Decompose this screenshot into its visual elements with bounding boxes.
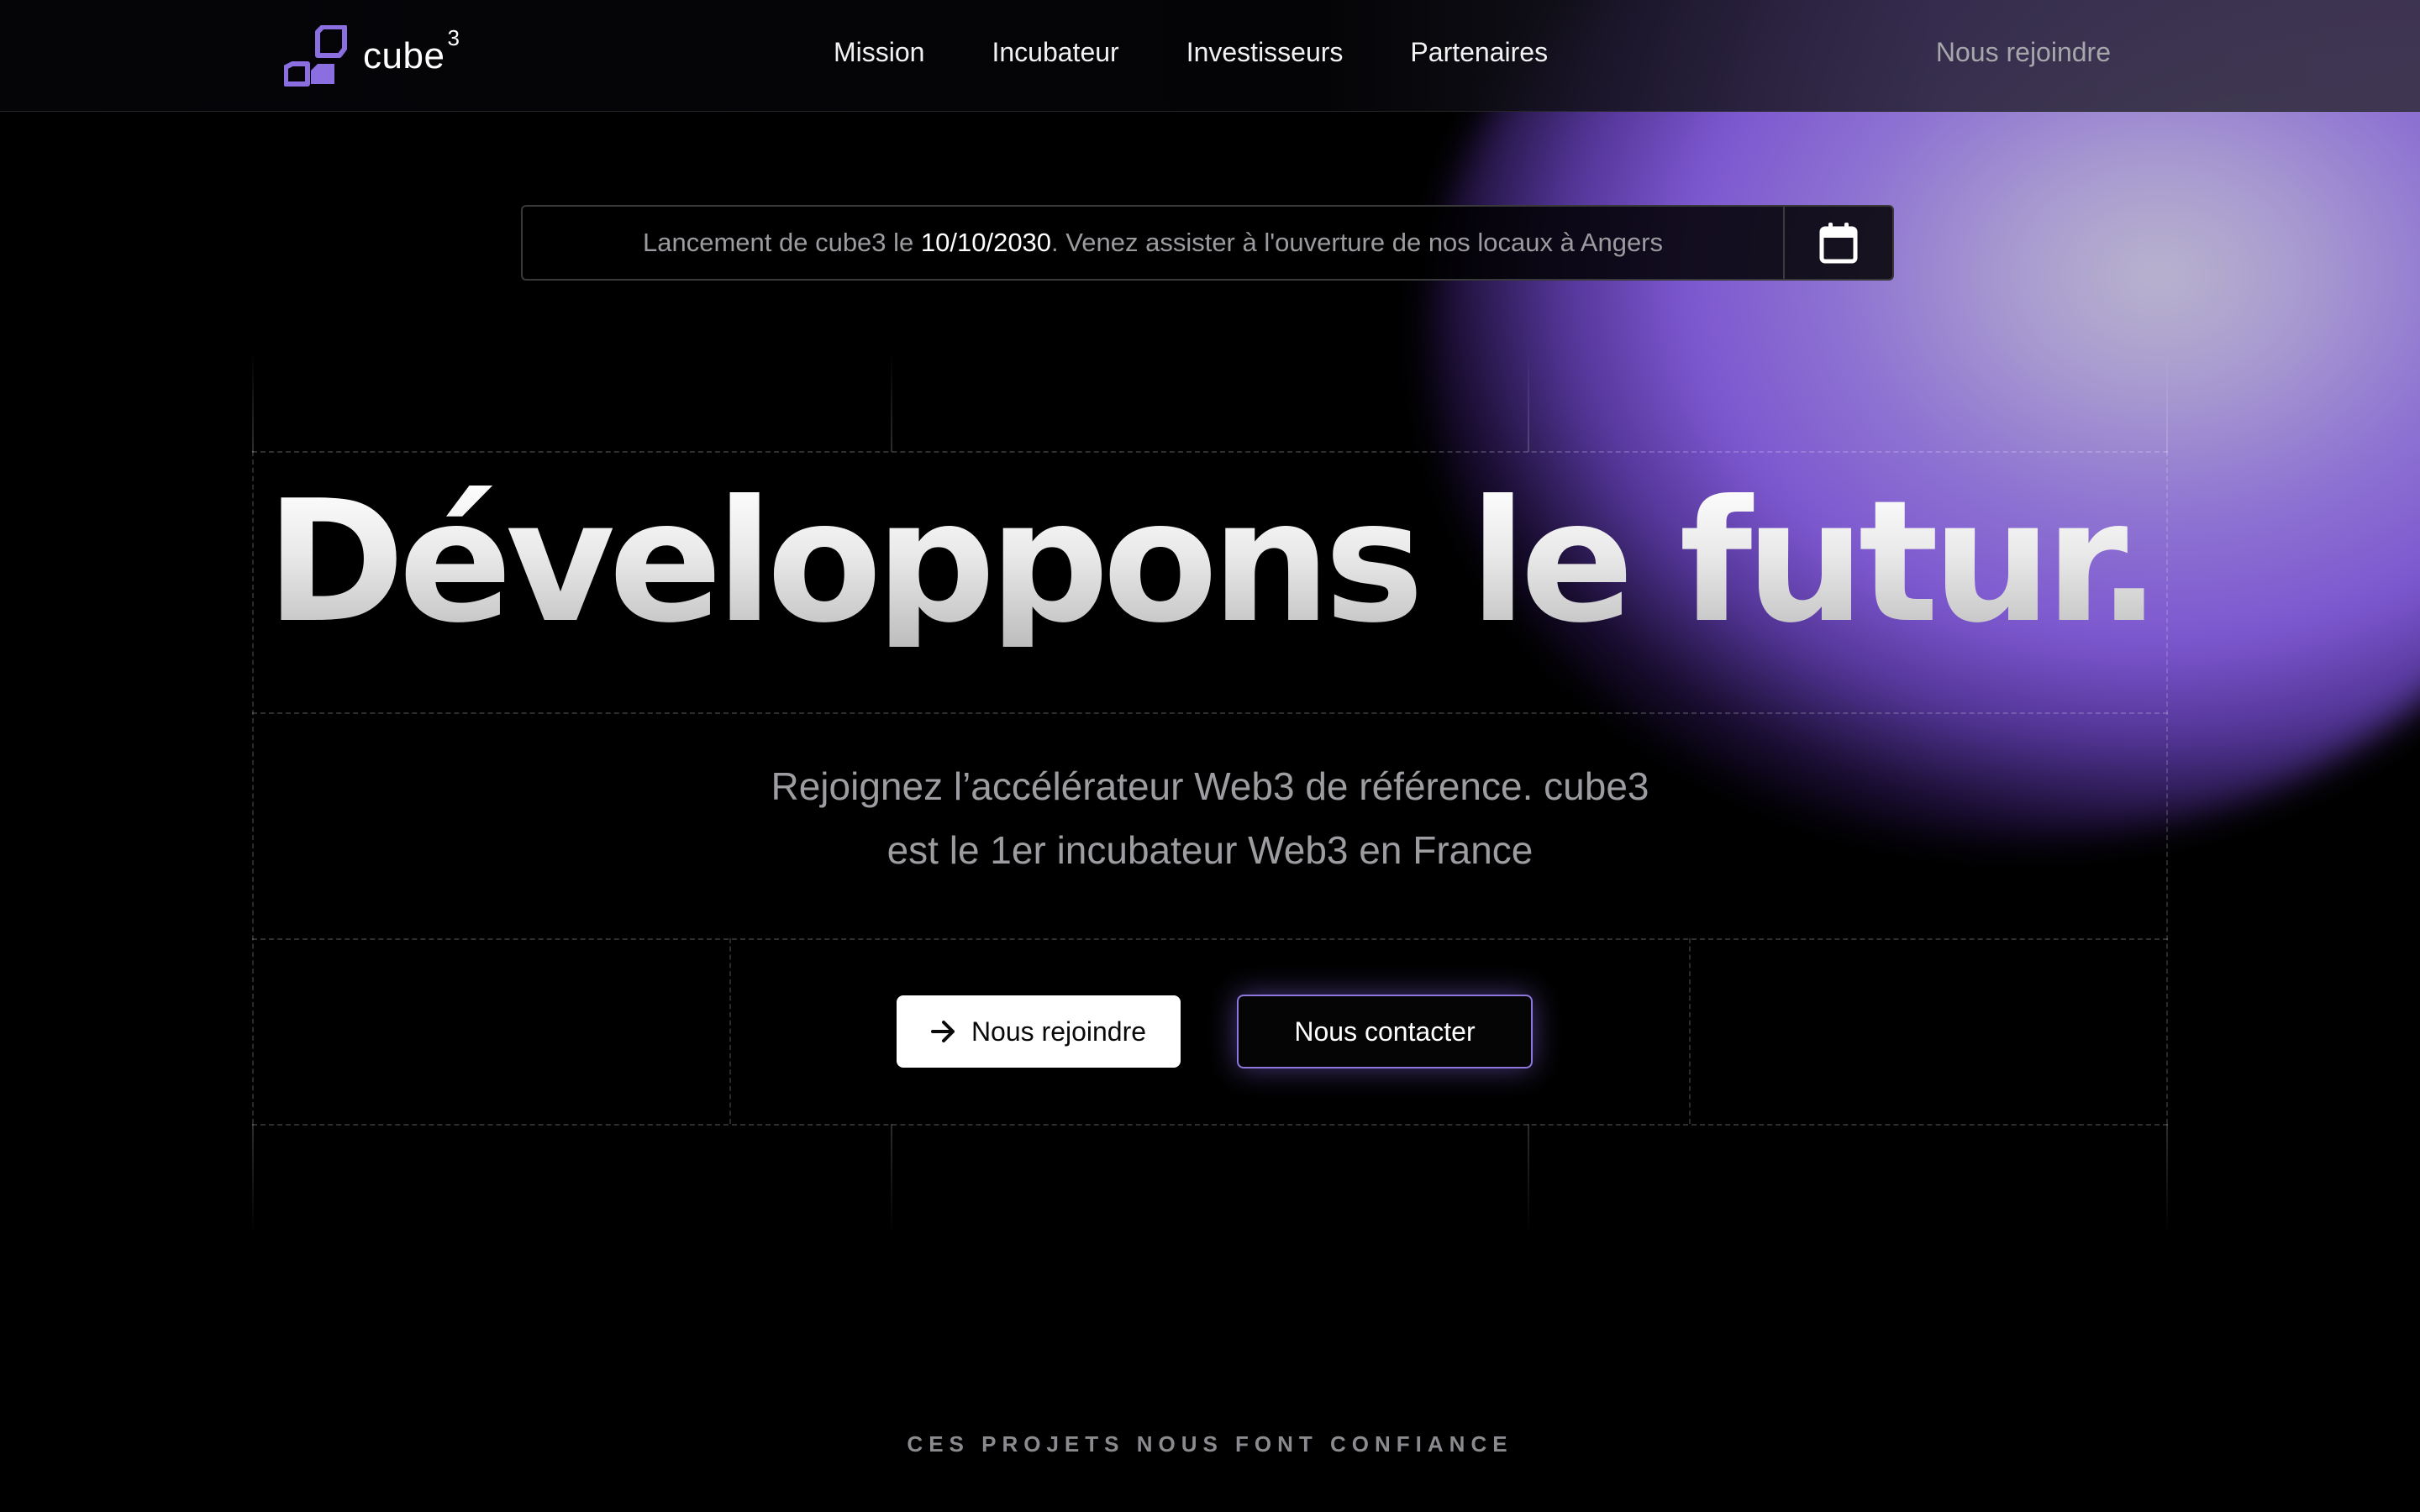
page: cube 3 Mission Incubateur Investisseurs P…	[0, 0, 2420, 1512]
hero-headline: Développons le futur.	[0, 479, 2420, 647]
grid-line	[252, 1124, 2168, 1126]
contact-button-label: Nous contacter	[1294, 1016, 1476, 1047]
grid-line	[729, 938, 731, 1124]
grid-line	[252, 938, 2168, 940]
nav-link-incubateur[interactable]: Incubateur	[992, 37, 1118, 68]
logo[interactable]: cube 3	[284, 25, 460, 87]
nav-links: Mission Incubateur Investisseurs Partena…	[834, 37, 1615, 68]
logo-superscript: 3	[447, 25, 460, 50]
nav-join-link[interactable]: Nous rejoindre	[1936, 37, 2111, 68]
cube-logo-icon	[284, 25, 347, 87]
trust-heading: CES PROJETS NOUS FONT CONFIANCE	[907, 1431, 1513, 1457]
grid-line	[891, 353, 892, 452]
announcement-suffix: . Venez assister à l'ouverture de nos lo…	[1051, 228, 1664, 257]
nav-link-mission[interactable]: Mission	[834, 37, 924, 68]
top-nav: cube 3 Mission Incubateur Investisseurs P…	[0, 0, 2420, 112]
hero-subtitle-line-2: est le 1er incubateur Web3 en France	[886, 828, 1534, 872]
announcement-text: Lancement de cube3 le 10/10/2030. Venez …	[523, 228, 1783, 258]
grid-line	[252, 1124, 254, 1233]
contact-button[interactable]: Nous contacter	[1237, 995, 1533, 1068]
grid-line	[2166, 353, 2168, 452]
announcement-prefix: Lancement de cube3 le	[642, 228, 921, 257]
join-button-label: Nous rejoindre	[971, 1016, 1147, 1047]
grid-line	[1528, 353, 1529, 452]
calendar-button[interactable]	[1783, 207, 1892, 279]
background-glow	[1428, 0, 2420, 840]
announcement-date: 10/10/2030	[920, 228, 1052, 257]
grid-line	[2166, 1124, 2168, 1233]
nav-link-partenaires[interactable]: Partenaires	[1410, 37, 1548, 68]
arrow-right-icon	[930, 1020, 956, 1043]
join-button[interactable]: Nous rejoindre	[897, 995, 1181, 1068]
announcement-banner: Lancement de cube3 le 10/10/2030. Venez …	[521, 205, 1894, 281]
hero-subtitle: Rejoignez l’accélérateur Web3 de référen…	[0, 754, 2420, 882]
grid-line	[891, 1124, 892, 1233]
grid-line	[1528, 1124, 1529, 1233]
calendar-icon	[1819, 223, 1858, 264]
hero-subtitle-line-1: Rejoignez l’accélérateur Web3 de référen…	[771, 764, 1649, 808]
logo-name: cube	[363, 35, 445, 76]
grid-line	[252, 712, 2168, 714]
logo-text: cube 3	[363, 25, 460, 77]
grid-line	[1689, 938, 1691, 1124]
grid-line	[252, 353, 254, 452]
nav-link-investisseurs[interactable]: Investisseurs	[1186, 37, 1344, 68]
grid-line	[252, 451, 2168, 453]
